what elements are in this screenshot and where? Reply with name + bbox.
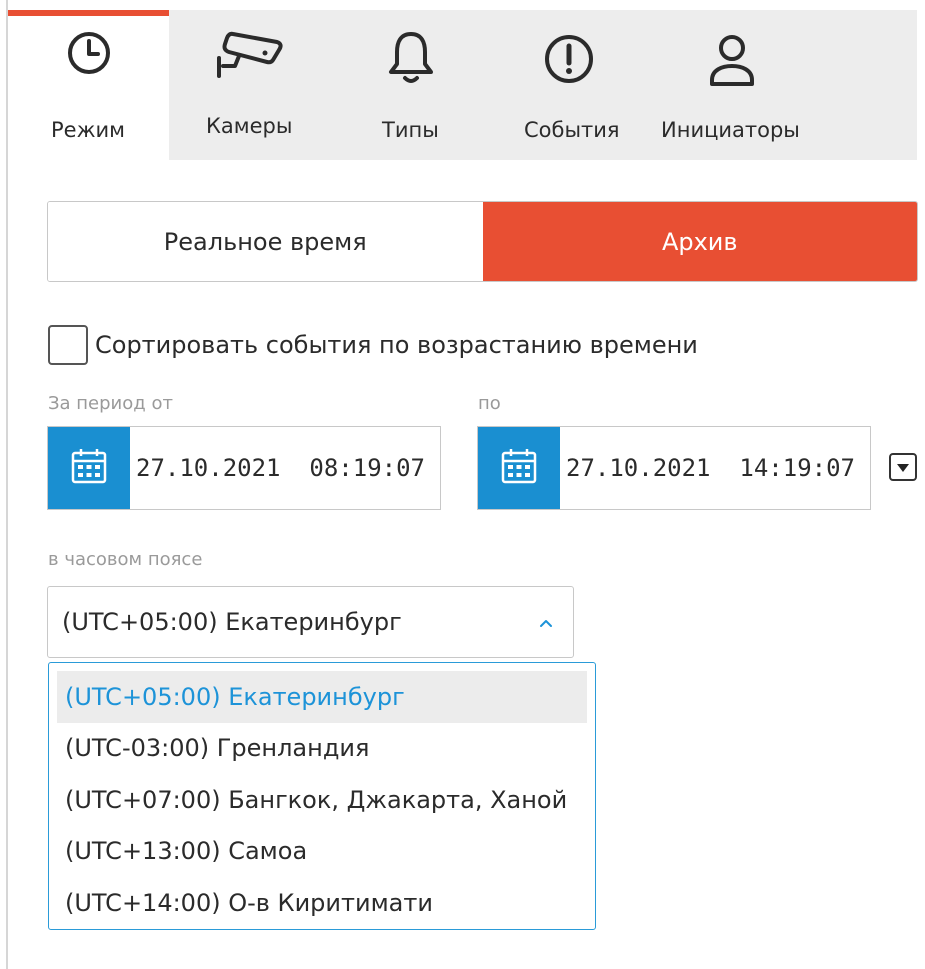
alert-icon [542, 32, 596, 90]
camera-icon [215, 26, 287, 90]
tab-types[interactable]: Типы [339, 10, 489, 160]
timezone-option[interactable]: (UTC+05:00) Екатеринбург [57, 671, 587, 723]
timezone-options-list: (UTC+05:00) Екатеринбург (UTC-03:00) Гре… [48, 662, 596, 930]
period-preset-dropdown[interactable] [889, 453, 917, 481]
calendar-to-button[interactable] [478, 427, 560, 509]
timezone-option[interactable]: (UTC+14:00) О-в Киритимати [57, 877, 587, 929]
timezone-option[interactable]: (UTC-03:00) Гренландия [57, 723, 587, 775]
calendar-icon [69, 446, 109, 490]
tab-mode[interactable]: Режим [8, 10, 169, 160]
tab-label: Камеры [206, 114, 293, 138]
timezone-label: в часовом поясе [48, 549, 203, 570]
archive-button[interactable]: Архив [482, 202, 917, 281]
tab-label: Режим [51, 118, 125, 142]
date-to-field[interactable]: 27.10.2021 14:19:07 [477, 426, 871, 510]
bell-icon [385, 28, 437, 92]
event-filter-panel: Режим Камеры Типы События Инициаторы Реа… [0, 0, 925, 969]
realtime-button[interactable]: Реальное время [48, 202, 483, 281]
clock-icon [66, 30, 112, 80]
period-to-label: по [478, 393, 501, 414]
tab-events[interactable]: События [489, 10, 651, 160]
timezone-option[interactable]: (UTC+13:00) Самоа [57, 826, 587, 878]
tab-label: События [524, 118, 620, 142]
date-to-value[interactable]: 27.10.2021 14:19:07 [566, 454, 855, 482]
timezone-select[interactable]: (UTC+05:00) Екатеринбург [47, 586, 574, 658]
checkbox-box[interactable] [48, 325, 88, 365]
timezone-value: (UTC+05:00) Екатеринбург [62, 608, 402, 636]
tab-cameras[interactable]: Камеры [169, 10, 339, 160]
timezone-option[interactable]: (UTC+07:00) Бангкок, Джакарта, Ханой [57, 774, 587, 826]
calendar-icon [499, 446, 539, 490]
checkbox-label: Сортировать события по возрастанию време… [95, 331, 698, 359]
date-from-value[interactable]: 27.10.2021 08:19:07 [136, 454, 425, 482]
tab-label: Инициаторы [661, 118, 800, 142]
mode-switch: Реальное время Архив [47, 201, 918, 282]
calendar-from-button[interactable] [48, 427, 130, 509]
date-from-field[interactable]: 27.10.2021 08:19:07 [47, 426, 441, 510]
tab-label: Типы [382, 118, 439, 142]
sort-ascending-checkbox[interactable]: Сортировать события по возрастанию време… [48, 324, 698, 366]
user-icon [706, 32, 758, 94]
chevron-up-icon [539, 613, 553, 632]
period-from-label: За период от [48, 393, 173, 414]
triangle-down-icon [896, 458, 910, 477]
tab-initiators[interactable]: Инициаторы [651, 10, 821, 160]
